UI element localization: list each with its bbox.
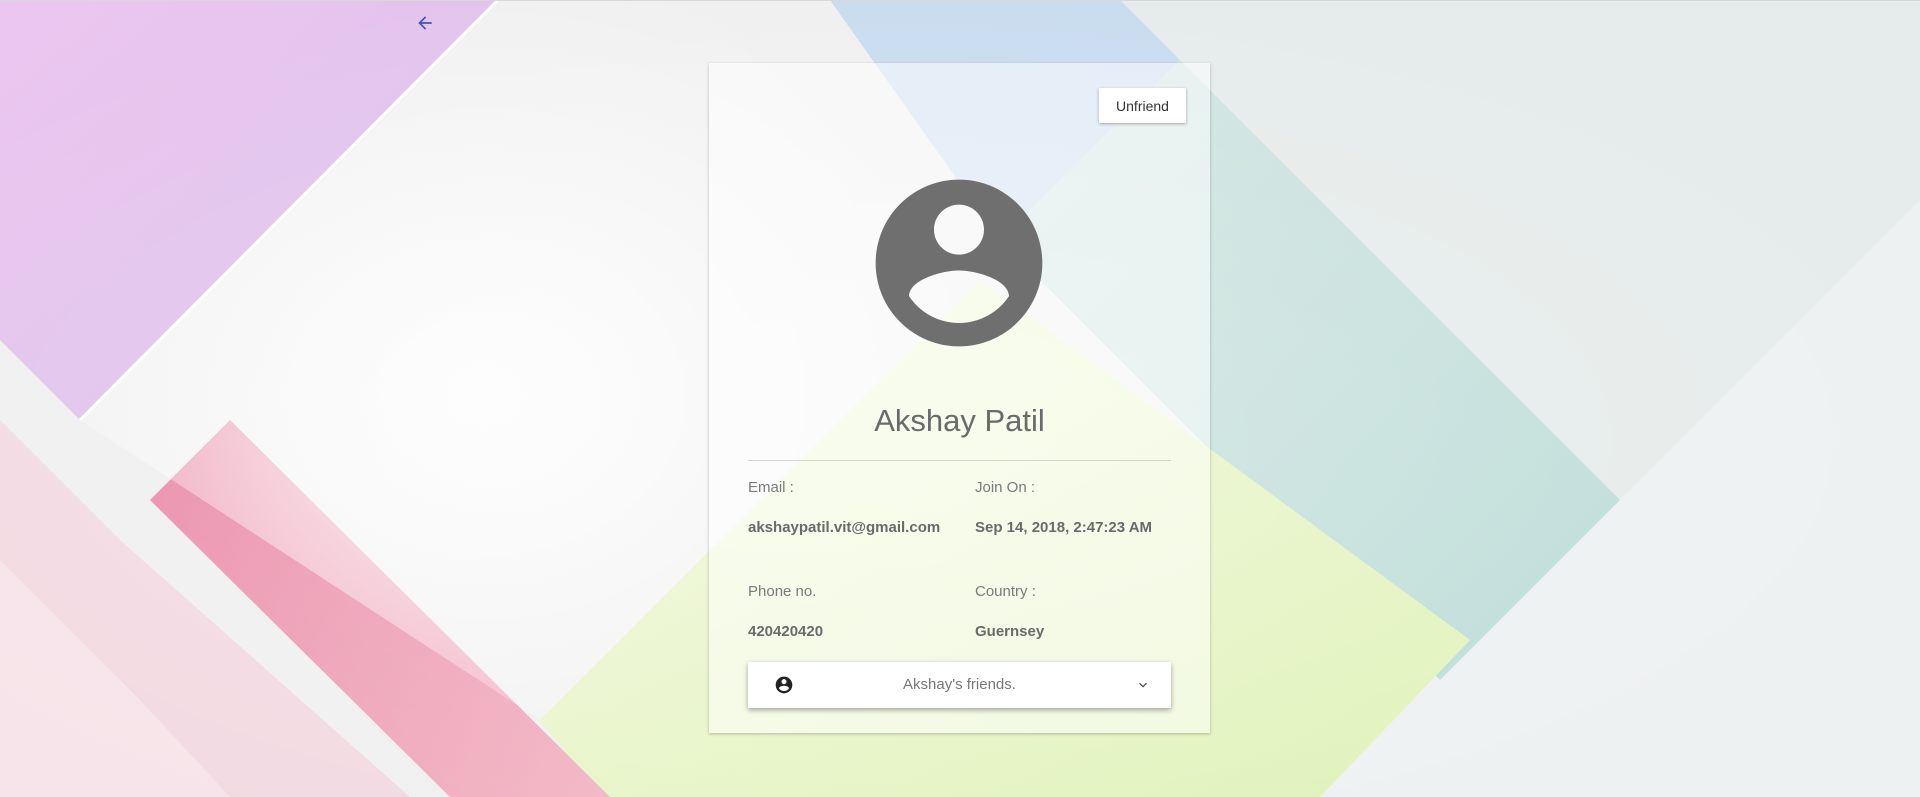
country-value: Guernsey [975,623,1045,640]
unfriend-button[interactable]: Unfriend [1099,88,1186,123]
profile-card: Unfriend Akshay Patil Email : akshaypati… [709,63,1210,733]
account-circle-icon [875,179,1043,347]
phone-value: 420420420 [748,623,824,640]
friends-panel-label: Akshay's friends. [903,676,1016,693]
friends-expansion-panel[interactable]: Akshay's friends. [748,662,1171,708]
join-label: Join On : [975,479,1036,496]
chevron-down-icon[interactable] [1135,677,1151,693]
phone-label: Phone no. [748,583,817,600]
back-button[interactable] [412,10,438,36]
profile-name: Akshay Patil [874,403,1045,438]
arrow-left-icon [418,16,432,30]
country-label: Country : [975,583,1036,600]
name-divider [748,460,1171,461]
email-value: akshaypatil.vit@gmail.com [748,519,941,536]
email-label: Email : [748,479,794,496]
top-border [0,0,1920,1]
join-value: Sep 14, 2018, 2:47:23 AM [975,519,1153,536]
